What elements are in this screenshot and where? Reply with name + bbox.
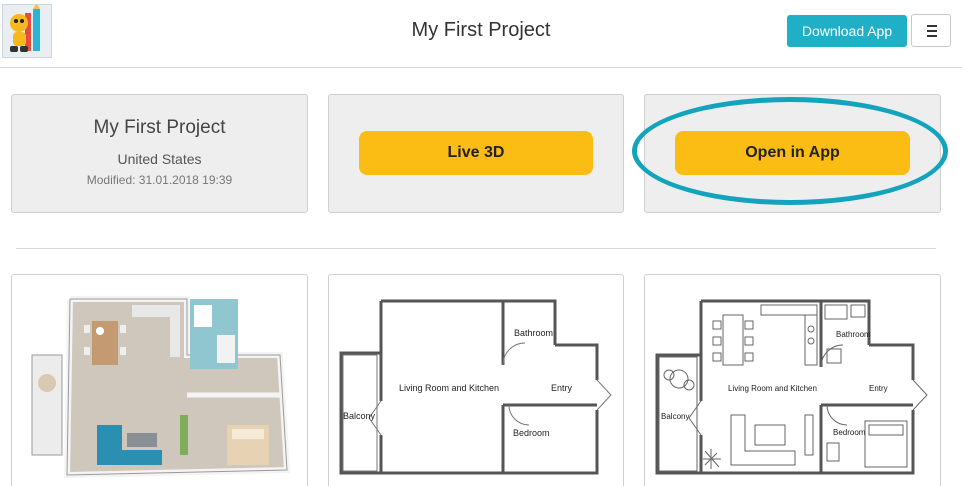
plan2-balcony-label: Balcony <box>343 411 376 421</box>
floorplan-2d-furnished-drawing: Bathroom Living Room and Kitchen Entry B… <box>655 299 928 475</box>
download-app-button[interactable]: Download App <box>787 15 907 47</box>
floorplan-2d-thumbnail[interactable]: Bathroom Living Room and Kitchen Entry B… <box>328 274 624 486</box>
project-name: My First Project <box>93 117 226 138</box>
open-in-app-card: Open in App <box>644 94 941 213</box>
plan3-bedroom-label: Bedroom <box>833 428 866 437</box>
top-bar: My First Project Download App <box>0 0 962 68</box>
project-country: United States <box>117 151 202 167</box>
menu-button[interactable] <box>911 14 951 47</box>
floorplan-2d-furnished-thumbnail[interactable]: Bathroom Living Room and Kitchen Entry B… <box>644 274 941 486</box>
open-in-app-button[interactable]: Open in App <box>675 131 910 175</box>
plan3-entry-label: Entry <box>869 384 888 393</box>
project-modified-date: Modified: 31.01.2018 19:39 <box>86 173 233 187</box>
live-3d-card: Live 3D <box>328 94 624 213</box>
plan2-living-label: Living Room and Kitchen <box>399 383 499 393</box>
plan3-living-label: Living Room and Kitchen <box>728 384 817 393</box>
project-info-card: My First Project United States Modified:… <box>11 94 308 213</box>
plan3-balcony-label: Balcony <box>661 412 689 421</box>
plan2-bedroom-label: Bedroom <box>513 428 550 438</box>
floorplan-3d-thumbnail[interactable] <box>11 274 308 486</box>
live-3d-button[interactable]: Live 3D <box>359 131 593 175</box>
plan2-bathroom-label: Bathroom <box>514 328 553 338</box>
section-divider <box>16 248 936 249</box>
floorplan-2d-drawing: Bathroom Living Room and Kitchen Entry B… <box>339 299 612 475</box>
plan3-bathroom-label: Bathroom <box>836 330 871 339</box>
floorplan-3d-render-icon <box>31 296 291 479</box>
plan2-entry-label: Entry <box>551 383 573 393</box>
